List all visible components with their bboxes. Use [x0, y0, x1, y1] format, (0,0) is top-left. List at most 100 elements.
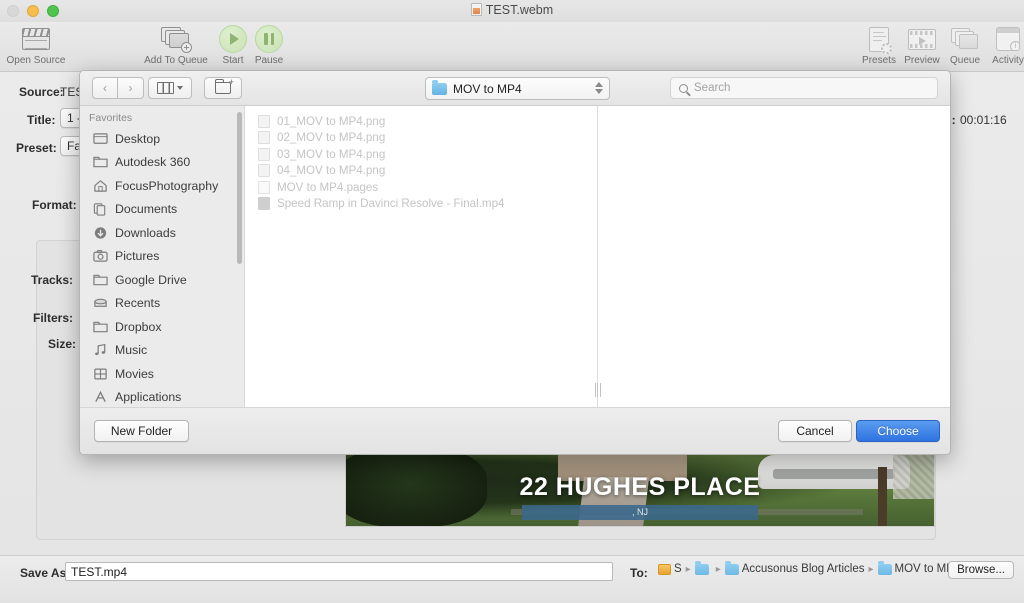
new-folder-button[interactable]: New Folder: [94, 420, 189, 442]
app-toolbar: Open Source Add To Queue Start Pause Pre: [0, 22, 1024, 72]
search-icon: [679, 84, 688, 93]
nav-buttons: ‹ ›: [92, 77, 144, 99]
toolbar-activity-label: Activity: [972, 55, 1024, 66]
sidebar-label: Dropbox: [115, 320, 161, 334]
documents-icon: [93, 202, 108, 216]
list-item[interactable]: 02_MOV to MP4.png: [245, 130, 597, 147]
sidebar-item-documents[interactable]: Documents: [80, 198, 244, 222]
file-list-column[interactable]: 01_MOV to MP4.png 02_MOV to MP4.png 03_M…: [245, 106, 597, 407]
movies-icon: [93, 367, 108, 381]
window-title: TEST.webm: [0, 3, 1024, 17]
search-field[interactable]: Search: [670, 77, 938, 99]
list-item[interactable]: 03_MOV to MP4.png: [245, 146, 597, 163]
search-placeholder: Search: [694, 82, 730, 94]
resize-grip-icon: [594, 383, 601, 397]
column-view-icon: [157, 82, 174, 94]
image-file-icon: [258, 164, 270, 177]
dialog-footer: New Folder Cancel Choose: [80, 407, 950, 454]
preset-label: Preset:: [16, 141, 57, 155]
pictures-icon: [93, 249, 108, 263]
hanbrake-window: TEST.webm Open Source Add To Queue Start…: [0, 0, 1024, 603]
save-as-label: Save As:: [20, 566, 70, 580]
toolbar-pause-label: Pause: [233, 55, 305, 66]
list-item[interactable]: Speed Ramp in Davinci Resolve - Final.mp…: [245, 196, 597, 213]
breadcrumb-item-0[interactable]: S: [674, 563, 682, 575]
column-resize-divider[interactable]: [597, 106, 598, 407]
video-preview[interactable]: 22 HUGHES PLACE , NJ: [345, 452, 935, 527]
window-title-text: TEST.webm: [486, 3, 553, 17]
chevron-down-icon: [177, 86, 183, 90]
file-save-dialog: ‹ › MOV to MP4 Search Fav: [79, 70, 951, 455]
image-file-icon: [258, 115, 270, 128]
folder-icon: [725, 564, 739, 575]
forward-button[interactable]: ›: [118, 77, 144, 99]
folder-icon: [432, 83, 447, 95]
sidebar-item-focusphotography[interactable]: FocusPhotography: [80, 174, 244, 198]
toolbar-activity[interactable]: i Activity: [972, 24, 1024, 66]
browse-button[interactable]: Browse...: [948, 561, 1014, 579]
sidebar-item-desktop[interactable]: Desktop: [80, 127, 244, 151]
list-item[interactable]: 01_MOV to MP4.png: [245, 113, 597, 130]
back-button[interactable]: ‹: [92, 77, 118, 99]
sidebar-item-autodesk-360[interactable]: Autodesk 360: [80, 151, 244, 175]
dialog-body: Favorites Desktop Autodesk 360 FocusPhot…: [80, 106, 950, 407]
preview-overlay-title: 22 HUGHES PLACE: [346, 473, 934, 502]
home-icon: [93, 179, 108, 193]
file-name: 04_MOV to MP4.png: [277, 164, 385, 177]
sidebar-item-google-drive[interactable]: Google Drive: [80, 268, 244, 292]
toolbar-open-source[interactable]: Open Source: [0, 24, 72, 66]
format-label: Format:: [32, 198, 77, 212]
list-item[interactable]: 04_MOV to MP4.png: [245, 163, 597, 180]
sidebar-item-downloads[interactable]: Downloads: [80, 221, 244, 245]
chevron-updown-icon: [595, 82, 603, 94]
music-icon: [93, 343, 108, 357]
to-label: To:: [630, 566, 648, 580]
file-name: 03_MOV to MP4.png: [277, 148, 385, 161]
folder-icon: [93, 320, 108, 334]
pause-icon: [233, 24, 305, 54]
breadcrumb[interactable]: S ▸ ▸ Accusonus Blog Articles ▸ MOV to M…: [658, 563, 960, 575]
file-name: 02_MOV to MP4.png: [277, 131, 385, 144]
dialog-sidebar: Favorites Desktop Autodesk 360 FocusPhot…: [80, 106, 245, 407]
sidebar-item-applications[interactable]: Applications: [80, 386, 244, 408]
choose-button[interactable]: Choose: [856, 420, 940, 442]
save-as-input[interactable]: [65, 562, 613, 581]
breadcrumb-separator: ▸: [716, 564, 721, 575]
sidebar-header: Favorites: [80, 112, 244, 127]
file-icon: [471, 3, 482, 16]
toolbar-pause[interactable]: Pause: [233, 24, 305, 66]
clapper-icon: [0, 24, 72, 54]
cancel-button[interactable]: Cancel: [778, 420, 852, 442]
image-file-icon: [258, 131, 270, 144]
sidebar-label: Music: [115, 343, 147, 357]
sidebar-item-dropbox[interactable]: Dropbox: [80, 315, 244, 339]
downloads-icon: [93, 226, 108, 240]
toolbar-open-source-label: Open Source: [0, 55, 72, 66]
desktop-icon: [93, 132, 108, 146]
image-file-icon: [258, 148, 270, 161]
breadcrumb-item-2[interactable]: Accusonus Blog Articles: [742, 563, 865, 575]
sidebar-label: Applications: [115, 390, 181, 404]
duration-value: 00:01:16: [960, 113, 1007, 127]
path-popup-button[interactable]: MOV to MP4: [425, 77, 610, 100]
folder-icon: [878, 564, 892, 575]
sidebar-label: FocusPhotography: [115, 179, 218, 193]
filters-label: Filters:: [33, 311, 73, 325]
sidebar-item-recents[interactable]: Recents: [80, 292, 244, 316]
sidebar-scrollbar[interactable]: [237, 112, 242, 264]
sidebar-item-movies[interactable]: Movies: [80, 362, 244, 386]
title-label: Title:: [27, 113, 55, 127]
path-popup-label: MOV to MP4: [453, 82, 522, 96]
file-name: 01_MOV to MP4.png: [277, 115, 385, 128]
activity-icon: i: [972, 24, 1024, 54]
dialog-toolbar: ‹ › MOV to MP4 Search: [80, 71, 950, 106]
sidebar-item-music[interactable]: Music: [80, 339, 244, 363]
list-item[interactable]: MOV to MP4.pages: [245, 179, 597, 196]
new-folder-toolbar-button[interactable]: [204, 77, 242, 99]
source-label: Source:: [19, 85, 64, 99]
applications-icon: [93, 390, 108, 404]
folder-icon: [695, 564, 709, 575]
sidebar-item-pictures[interactable]: Pictures: [80, 245, 244, 269]
view-mode-button[interactable]: [148, 77, 192, 99]
sidebar-label: Google Drive: [115, 273, 187, 287]
